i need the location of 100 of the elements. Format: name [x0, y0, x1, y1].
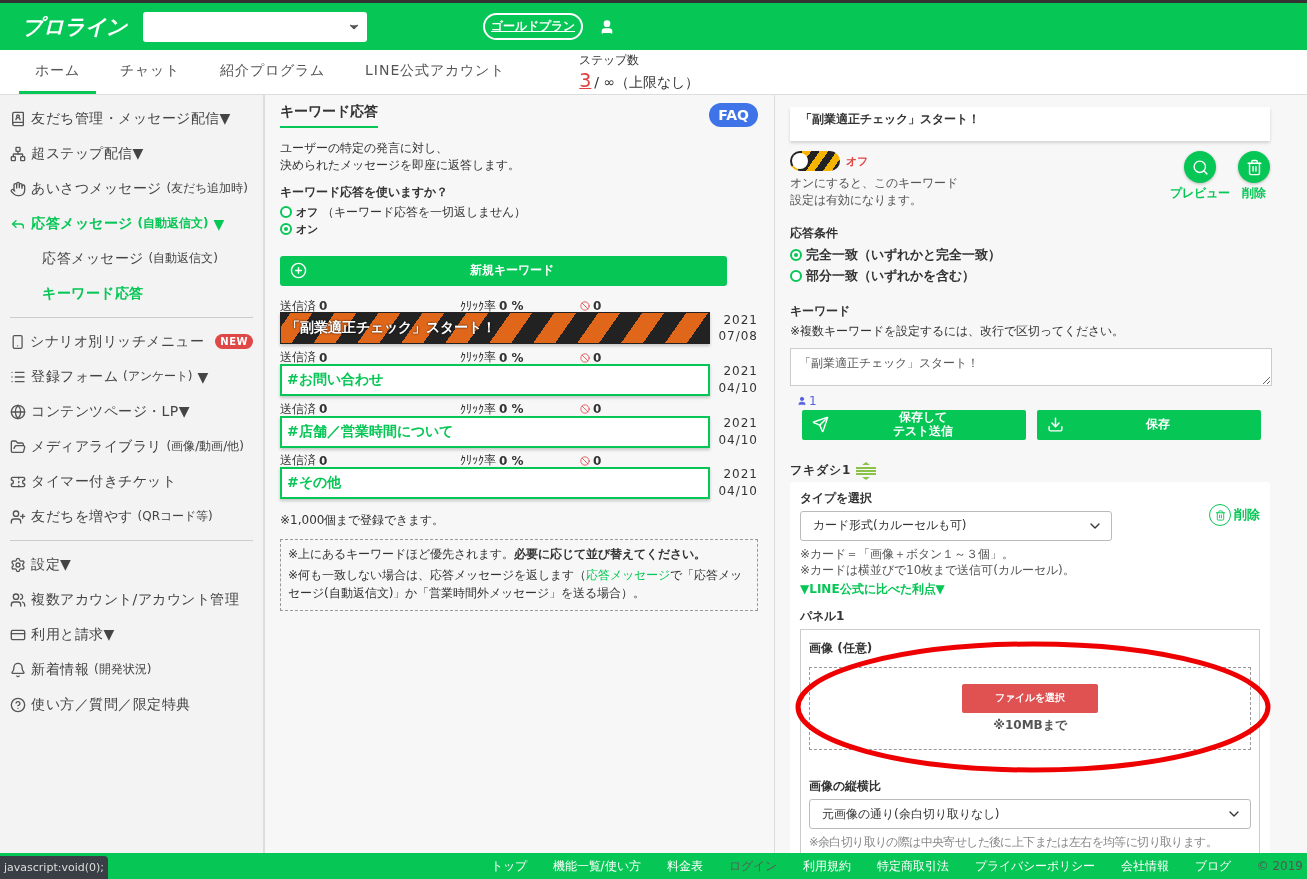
- nav-tab[interactable]: 紹介プログラム: [204, 50, 341, 94]
- note-text: ※上にあるキーワードほど優先されます。必要に応じて並び替えてください。: [288, 545, 708, 563]
- sidebar-item[interactable]: あいさつメッセージ (友だち追加時): [10, 171, 253, 206]
- section-title: キーワード: [790, 302, 851, 320]
- sidebar-item[interactable]: 設定▼: [10, 547, 253, 582]
- keyword-hint: ※複数キーワードを設定するには、改行で区切ってください。: [790, 322, 1126, 340]
- block-count: 0: [593, 453, 602, 468]
- block-count: 0: [593, 299, 602, 314]
- radio-option[interactable]: オフ （キーワード応答を一切返しません）: [280, 203, 758, 221]
- hand-icon: [10, 180, 26, 197]
- hierarchy-icon: [10, 145, 26, 162]
- nav-tab[interactable]: チャット: [104, 50, 196, 94]
- description-line: ユーザーの特定の発言に対し、: [280, 140, 449, 157]
- reorder-icon: [856, 461, 877, 480]
- steps-limit: / ∞（上限なし）: [594, 74, 700, 92]
- gear-icon: [10, 556, 26, 573]
- sidebar-item[interactable]: 応答メッセージ (自動返信文): [10, 241, 253, 276]
- radio-option[interactable]: オン: [280, 220, 758, 238]
- sidebar-item[interactable]: 利用と請求▼: [10, 617, 253, 652]
- upload-area[interactable]: ファイルを選択 ※10MBまで: [809, 667, 1251, 751]
- keyword-date: 04/10: [718, 380, 758, 397]
- keyword-date: 07/08: [718, 328, 758, 346]
- click-rate: ｸﾘｯｸ率 0 %: [460, 400, 525, 418]
- keyword-date: 04/10: [718, 483, 758, 500]
- sidebar-item[interactable]: コンテンツページ・LP▼: [10, 394, 253, 429]
- click-rate: ｸﾘｯｸ率 0 %: [460, 452, 525, 470]
- account-select[interactable]: [143, 11, 367, 42]
- limit-note: ※1,000個まで登録できます。: [280, 511, 446, 529]
- radio-option[interactable]: 完全一致（いずれかと完全一致）: [790, 244, 1270, 266]
- crop-note: ※余白切り取りの際は中央寄せした後に上下または左右を均等に切り取ります。: [809, 835, 1219, 851]
- block-icon: [580, 404, 590, 415]
- sidebar-item[interactable]: 複数アカウント/アカウント管理: [10, 582, 253, 617]
- field-label: 画像の縦横比: [809, 778, 882, 796]
- question-label: キーワード応答を使いますか？: [280, 183, 449, 201]
- sent-count: 送信済 0: [280, 297, 329, 315]
- aspect-select[interactable]: 元画像の通り(余白切り取りなし): [809, 799, 1251, 830]
- phone-icon: [10, 333, 26, 350]
- steps-count[interactable]: 3: [579, 69, 592, 91]
- toggle-label: オフ: [846, 153, 868, 169]
- keyword-year: 2021: [723, 414, 758, 432]
- section-title: 応答条件: [790, 224, 839, 242]
- sent-count: 送信済 0: [280, 452, 329, 470]
- address-book-icon: [10, 110, 26, 127]
- sent-count: 送信済 0: [280, 400, 329, 418]
- sidebar-item[interactable]: 使い方／質問／限定特典: [10, 687, 253, 722]
- toggle-note: オンにすると、このキーワード: [790, 175, 958, 192]
- sidebar-item[interactable]: 新着情報 (開発状況): [10, 652, 253, 687]
- sidebar-item[interactable]: メディアライブラリ (画像/動画/他): [10, 429, 253, 464]
- globe-icon: [10, 403, 26, 420]
- download-icon: [1047, 416, 1064, 434]
- plus-icon: [290, 262, 307, 280]
- sidebar-item[interactable]: 超ステップ配信▼: [10, 136, 253, 171]
- message-preview: 「副業適正チェック」スタート！: [790, 107, 1270, 141]
- block-icon: [580, 301, 590, 312]
- note-text: ※何も一致しない場合は、応答メッセージを返します（応答メッセージで「応答メッセージ(自動返信文)」か「営業時間外メッセージ」を送る場合）。: [288, 566, 744, 602]
- description-line: 決められたメッセージを即座に返答します。: [280, 156, 521, 174]
- sidebar-item[interactable]: タイマー付きチケット: [10, 464, 253, 499]
- size-note: ※10MBまで: [993, 716, 1067, 734]
- sent-count: 送信済 0: [280, 349, 329, 367]
- sidebar-item[interactable]: 友だち管理・メッセージ配信▼: [10, 101, 253, 136]
- users-icon: [10, 591, 26, 608]
- keyword-date: 04/10: [718, 431, 758, 449]
- trash-icon: [1214, 509, 1226, 521]
- radio-option[interactable]: 部分一致（いずれかを含む）: [790, 265, 1270, 287]
- block-icon: [580, 352, 590, 363]
- keyword-year: 2021: [723, 466, 758, 484]
- keyword-year: 2021: [723, 363, 758, 380]
- search-icon: [1191, 158, 1209, 176]
- user-icon[interactable]: [599, 18, 615, 35]
- user-plus-icon: [10, 508, 26, 525]
- folder-icon: [10, 438, 26, 455]
- page-title: キーワード応答: [280, 103, 378, 128]
- user-count: 1: [809, 393, 817, 408]
- copyright: © 2019: [1256, 859, 1303, 873]
- status-bar: javascript:void(0);: [0, 856, 108, 879]
- bubble-title: フキダシ1: [790, 462, 852, 480]
- block-icon: [580, 455, 590, 466]
- click-rate: ｸﾘｯｸ率 0 %: [460, 349, 525, 367]
- toggle-switch[interactable]: [790, 151, 840, 171]
- file-button[interactable]: ファイルを選択: [962, 683, 1098, 713]
- sidebar-item[interactable]: 登録フォーム (アンケート) ▼: [10, 359, 253, 394]
- nav-tab[interactable]: LINE公式アカウント: [349, 50, 522, 94]
- toggle-note: 設定は有効になります。: [790, 191, 923, 209]
- click-rate: ｸﾘｯｸ率 0 %: [460, 297, 525, 315]
- sidebar-item[interactable]: シナリオ別リッチメニュー NEW: [10, 324, 253, 359]
- type-select[interactable]: カード形式(カルーセルも可): [800, 510, 1112, 541]
- user-icon: [797, 395, 807, 406]
- help-icon: [10, 696, 26, 713]
- type-note: ※カード＝「画像＋ボタン１～３個」。: [800, 545, 1016, 563]
- block-count: 0: [593, 402, 602, 417]
- keyword-field[interactable]: 「副業適正チェック」スタート！: [790, 347, 1272, 386]
- faq-button[interactable]: FAQ: [709, 103, 758, 127]
- steps-label: ステップ数: [579, 52, 641, 69]
- trash-icon: [1245, 158, 1263, 176]
- bell-icon: [10, 661, 26, 678]
- panel-title: パネル1: [800, 608, 846, 626]
- field-label: 画像 (任意): [809, 640, 874, 658]
- type-note: ※カードは横並びで10枚まで送信可(カルーセル)。: [800, 562, 1076, 580]
- sidebar-item[interactable]: 友だちを増やす (QRコード等): [10, 499, 253, 534]
- field-label: タイプを選択: [800, 489, 873, 507]
